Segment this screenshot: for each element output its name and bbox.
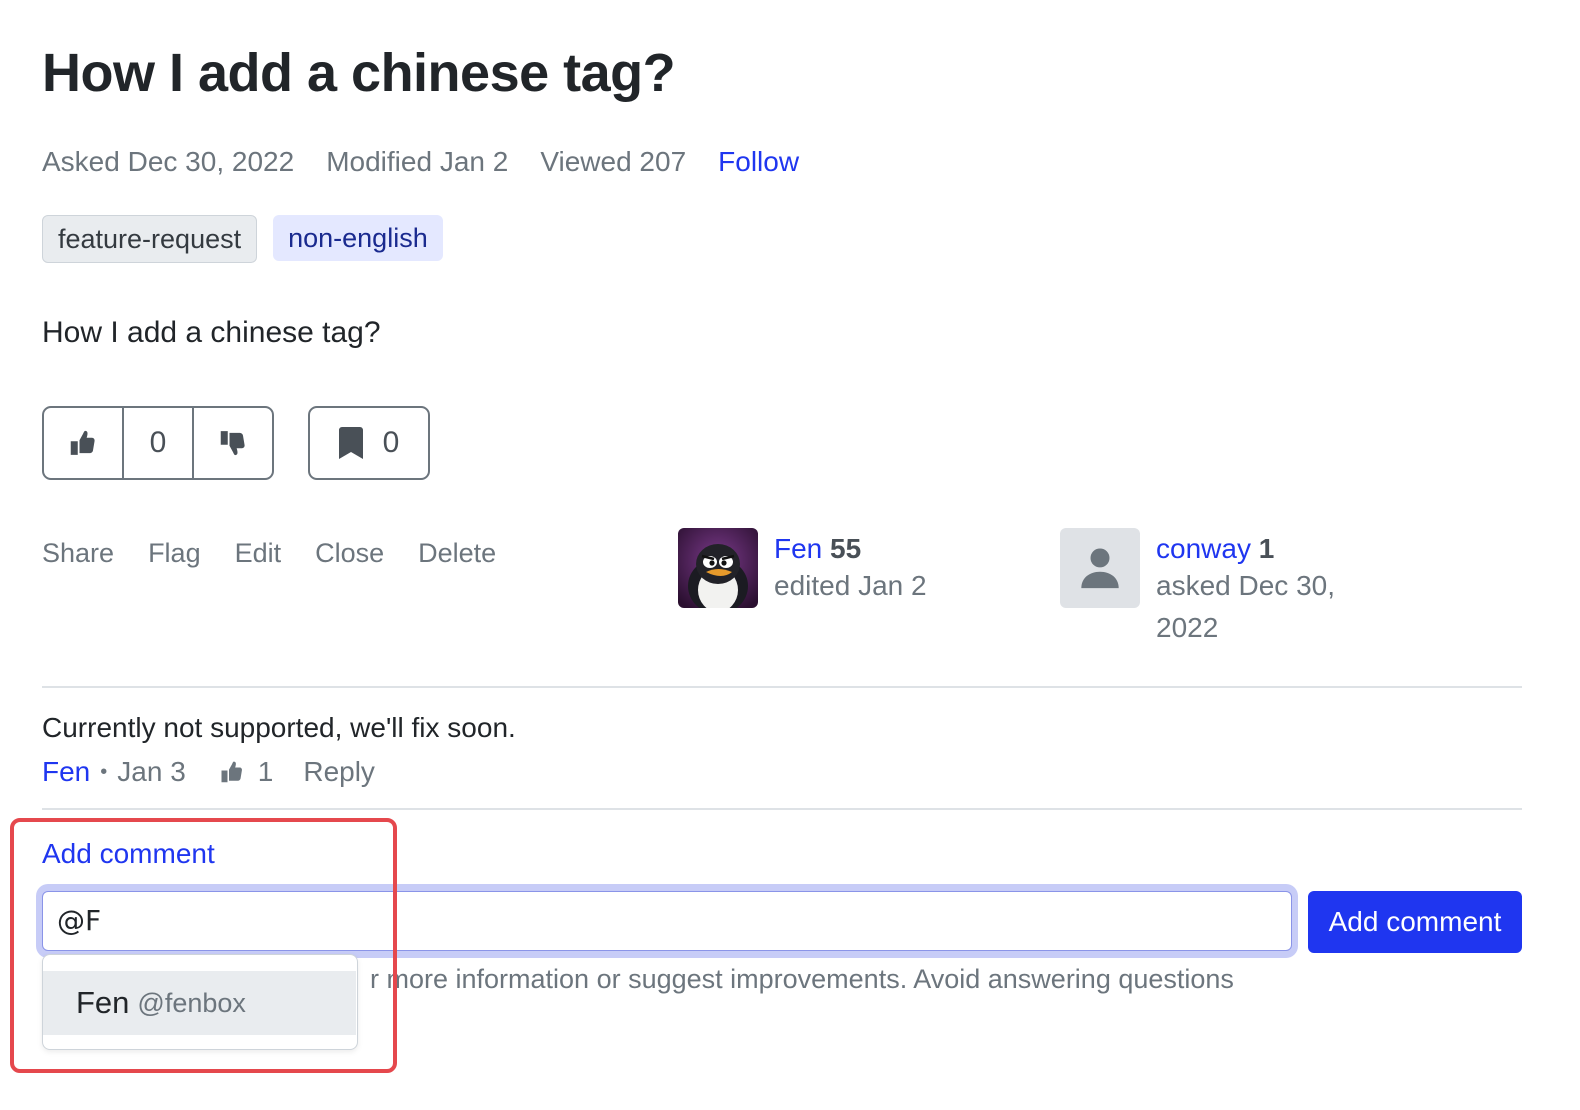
- bookmark-count: 0: [382, 426, 400, 459]
- add-comment-button[interactable]: Add comment: [1308, 891, 1522, 953]
- mention-suggestion-item[interactable]: Fen @fenbox: [43, 971, 356, 1035]
- comment-separator: •: [100, 760, 108, 783]
- modified-value[interactable]: Jan 2: [440, 146, 509, 177]
- flag-link[interactable]: Flag: [148, 538, 201, 569]
- asked-label: Asked: [42, 146, 120, 177]
- upvote-button[interactable]: [44, 408, 122, 478]
- asker-action-line2: 2022: [1156, 612, 1219, 643]
- delete-link[interactable]: Delete: [418, 538, 496, 569]
- editor-name[interactable]: Fen: [774, 533, 822, 564]
- post-actions: Share Flag Edit Close Delete: [42, 538, 496, 569]
- reply-link[interactable]: Reply: [303, 756, 375, 788]
- question-title: How I add a chinese tag?: [42, 43, 676, 103]
- tag-feature-request[interactable]: feature-request: [42, 215, 258, 263]
- divider: [42, 808, 1522, 810]
- thumbs-down-icon: [220, 431, 245, 456]
- comment-author[interactable]: Fen: [42, 756, 90, 788]
- vote-group: 0: [42, 406, 274, 480]
- thumbs-up-icon: [70, 430, 95, 455]
- comment-like-count: 1: [257, 756, 274, 787]
- asked-value: Dec 30, 2022: [127, 146, 295, 177]
- mention-name: Fen: [76, 985, 130, 1020]
- asker-action-line1: asked Dec 30,: [1156, 570, 1335, 601]
- mention-dropdown: Fen @fenbox: [42, 954, 358, 1050]
- modified-label: Modified: [326, 146, 433, 177]
- vote-count: 0: [121, 408, 195, 478]
- edit-link[interactable]: Edit: [235, 538, 282, 569]
- asker-info: conway 1 asked Dec 30, 2022: [1156, 533, 1335, 649]
- comment-like-button[interactable]: 1: [220, 756, 274, 788]
- viewed-label: Viewed: [540, 146, 632, 177]
- question-body: How I add a chinese tag?: [42, 316, 381, 349]
- tag-list: feature-request non-english: [42, 215, 443, 263]
- share-link[interactable]: Share: [42, 538, 114, 569]
- divider: [42, 686, 1522, 688]
- bookmark-button[interactable]: 0: [308, 406, 430, 480]
- editor-reputation: 55: [830, 533, 862, 564]
- thumbs-up-icon: [221, 761, 242, 783]
- comment-meta: Fen • Jan 3 1 Reply: [42, 756, 375, 788]
- bookmark-icon: [338, 427, 363, 459]
- editor-avatar[interactable]: [678, 528, 758, 608]
- asker-reputation: 1: [1258, 533, 1275, 564]
- editor-action[interactable]: edited Jan 2: [774, 565, 927, 607]
- comment-input[interactable]: @F: [42, 891, 1292, 951]
- asker-avatar[interactable]: [1060, 528, 1140, 608]
- user-icon: [1081, 548, 1119, 589]
- add-comment-link[interactable]: Add comment: [42, 838, 215, 870]
- downvote-button[interactable]: [194, 408, 272, 478]
- tag-non-english[interactable]: non-english: [273, 215, 443, 261]
- viewed-value: 207: [639, 146, 687, 177]
- follow-link[interactable]: Follow: [718, 146, 799, 178]
- comment-text: Currently not supported, we'll fix soon.: [42, 712, 516, 743]
- question-meta: Asked Dec 30, 2022 Modified Jan 2 Viewed…: [42, 146, 799, 178]
- mention-handle: @fenbox: [137, 987, 246, 1018]
- comment-helper-text: r more information or suggest improvemen…: [370, 964, 1234, 994]
- close-link[interactable]: Close: [315, 538, 384, 569]
- asker-name[interactable]: conway: [1156, 533, 1251, 564]
- editor-info: Fen 55 edited Jan 2: [774, 533, 927, 607]
- comment-date: Jan 3: [117, 756, 186, 787]
